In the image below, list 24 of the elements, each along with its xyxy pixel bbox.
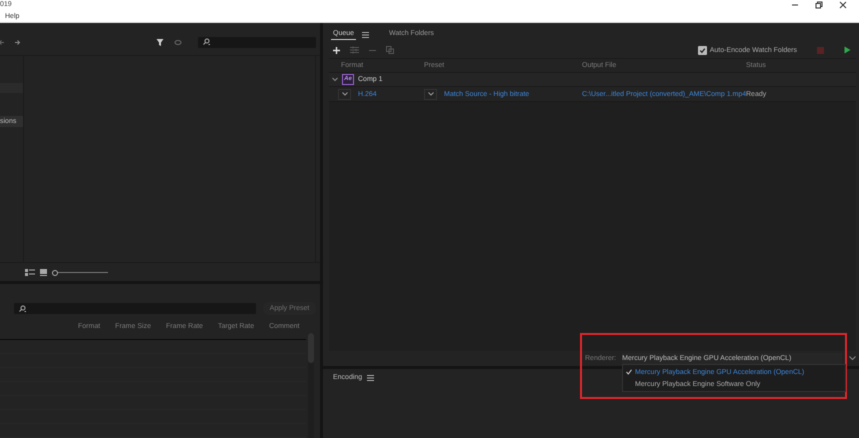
list-view-icon[interactable] <box>25 268 35 276</box>
chevron-down-icon <box>849 356 856 361</box>
search-icon <box>18 304 28 312</box>
chevron-down-icon <box>428 92 434 96</box>
search-field[interactable] <box>198 36 316 48</box>
checkmark-icon <box>626 369 632 375</box>
play-icon[interactable] <box>844 46 851 54</box>
dropdown-button[interactable] <box>424 88 437 100</box>
dropdown-button[interactable] <box>338 88 351 100</box>
thumbnail-view-icon[interactable] <box>40 268 47 276</box>
close-icon[interactable] <box>839 1 847 9</box>
checkbox[interactable] <box>698 46 707 54</box>
search-field[interactable] <box>14 303 256 314</box>
chevron-down-icon[interactable] <box>332 77 338 82</box>
menu-icon[interactable] <box>362 32 370 38</box>
filter-icon[interactable] <box>156 38 165 46</box>
chevron-down-icon <box>342 92 348 96</box>
menu-icon[interactable] <box>367 374 374 380</box>
forward-icon[interactable] <box>14 38 21 46</box>
search-icon <box>202 38 212 46</box>
back-icon[interactable] <box>0 38 5 46</box>
restore-icon[interactable] <box>815 1 823 9</box>
checkmark-icon <box>698 46 706 54</box>
add-icon[interactable] <box>333 46 340 54</box>
